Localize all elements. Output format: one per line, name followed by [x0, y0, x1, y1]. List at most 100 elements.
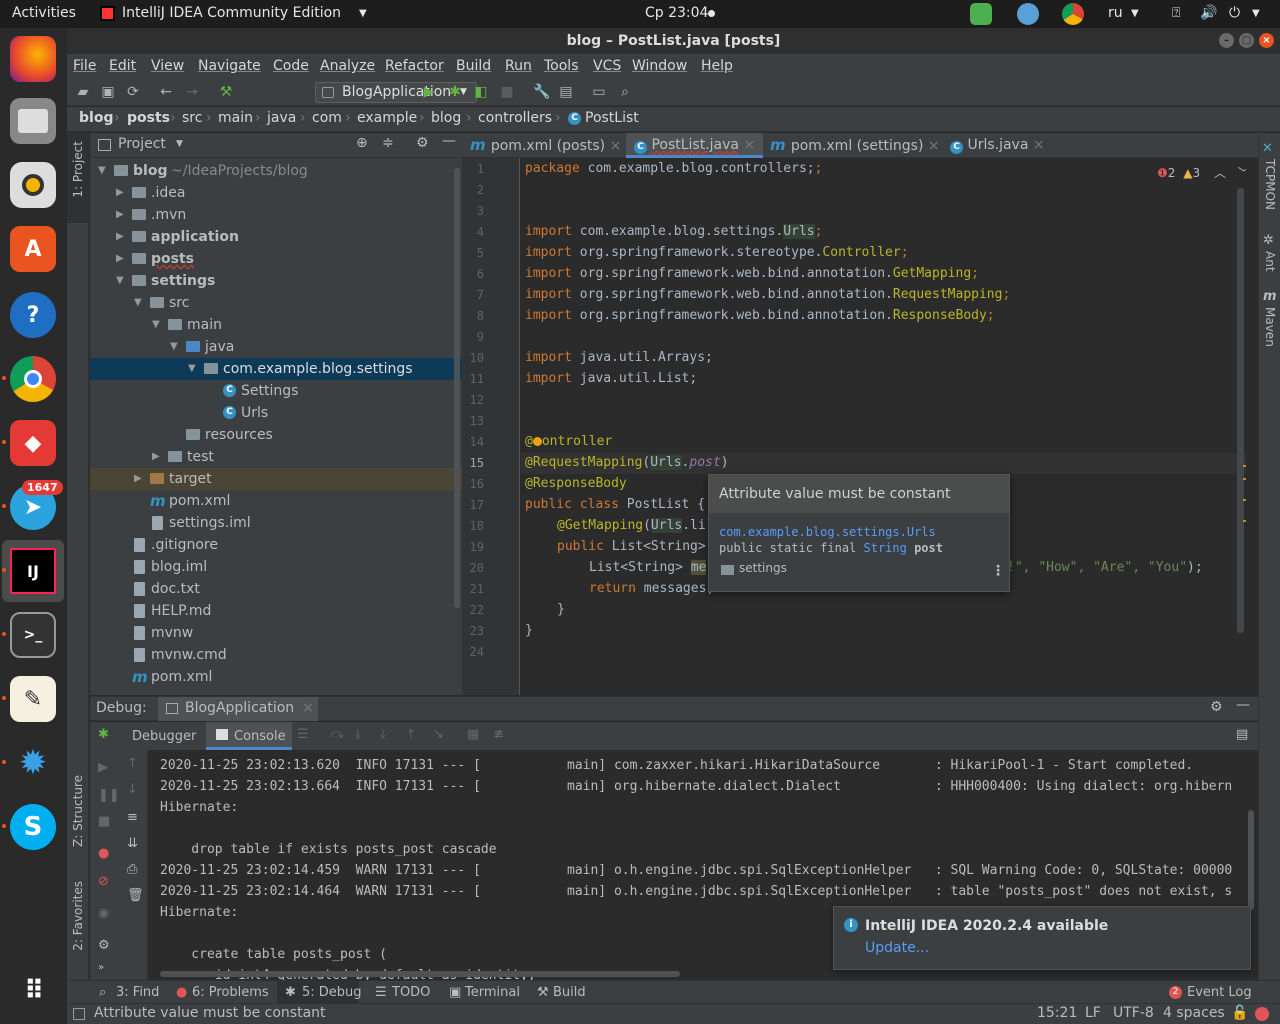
more-icon[interactable]: » [98, 962, 104, 973]
breadcrumb-item[interactable]: blog [79, 110, 113, 126]
tab-pom-posts[interactable]: m pom.xml (posts) × [470, 133, 621, 158]
clock[interactable]: Ср 23:04 [645, 5, 708, 21]
console-vertical-scrollbar[interactable] [1248, 810, 1254, 910]
terminal-icon[interactable]: >_ [10, 612, 56, 658]
up-icon[interactable]: ↑ [127, 756, 138, 771]
close-tab-icon[interactable]: × [923, 138, 940, 154]
bug-tracker-icon[interactable]: ✹ [10, 740, 56, 786]
tab-postlist[interactable]: C PostList.java × [626, 133, 764, 158]
run-icon[interactable]: ▶ [421, 84, 437, 100]
back-icon[interactable]: ← [158, 84, 174, 100]
tree-item-doc[interactable]: doc.txt [90, 578, 462, 600]
menu-edit[interactable]: Edit [109, 58, 136, 74]
breadcrumb-item[interactable]: PostList [585, 110, 639, 126]
down-icon[interactable]: ↓ [127, 782, 138, 797]
tree-item-settings-class[interactable]: C Settings [90, 380, 462, 402]
resume-icon[interactable]: ▶ [98, 760, 108, 775]
close-icon[interactable]: × [1259, 33, 1274, 48]
gear-icon[interactable]: ⚙ [416, 135, 429, 151]
warning-marker[interactable] [1243, 499, 1246, 501]
menu-run[interactable]: Run [505, 58, 532, 74]
update-link[interactable]: Update... [865, 940, 929, 956]
files-icon[interactable] [10, 98, 56, 144]
toggle-tool-windows-icon[interactable] [73, 1008, 85, 1020]
menu-code[interactable]: Code [273, 58, 309, 74]
tree-item-pom-root[interactable]: m pom.xml [90, 666, 462, 688]
tree-item-settings-iml[interactable]: settings.iml [90, 512, 462, 534]
tree-item-java[interactable]: ▼ java [90, 336, 462, 358]
tree-item-resources[interactable]: resources [90, 424, 462, 446]
menu-tools[interactable]: Tools [544, 58, 579, 74]
window-layout-icon[interactable]: ▭ [591, 84, 607, 100]
tree-item-target[interactable]: ▶ target [90, 468, 462, 490]
console-horizontal-scrollbar[interactable] [160, 971, 680, 977]
gear-icon[interactable]: ⚙ [1210, 699, 1223, 715]
tree-item-src[interactable]: ▼ src [90, 292, 462, 314]
volume-icon[interactable]: 🔊 [1200, 5, 1217, 21]
editor-scrollbar[interactable] [1237, 188, 1244, 633]
tree-item-gitignore[interactable]: .gitignore [90, 534, 462, 556]
hide-panel-icon[interactable]: — [442, 133, 456, 149]
project-structure-icon[interactable]: ▤ [558, 84, 574, 100]
breadcrumb-item[interactable]: src [182, 110, 202, 126]
collapse-all-icon[interactable]: ≑ [382, 135, 394, 151]
code-editor[interactable]: package com.example.blog.controllers;; i… [521, 158, 1246, 695]
warning-marker[interactable] [1243, 465, 1246, 467]
event-log-tool-button[interactable]: Event Log [1187, 985, 1252, 1000]
rhythmbox-icon[interactable] [10, 162, 56, 208]
intellij-icon[interactable]: IJ [10, 548, 56, 594]
lock-icon[interactable]: 🔓 [1231, 1005, 1248, 1021]
evaluate-icon[interactable]: ▦ [467, 727, 479, 742]
indent-setting[interactable]: 4 spaces [1163, 1005, 1225, 1021]
menu-view[interactable]: View [151, 58, 184, 74]
app-menu[interactable]: IntelliJ IDEA Community Edition [122, 5, 341, 21]
check-tray-icon[interactable] [970, 3, 992, 25]
step-into-icon[interactable]: ⤓ [355, 727, 361, 742]
step-over-icon[interactable]: ⤼ [330, 727, 344, 742]
tree-item-pom-settings[interactable]: m pom.xml [90, 490, 462, 512]
camera-icon[interactable]: ◉ [98, 906, 109, 921]
tree-item-application[interactable]: ▶ application [90, 226, 462, 248]
breadcrumb-item[interactable]: example [357, 110, 417, 126]
build-tool-button[interactable]: Build [553, 985, 586, 1000]
tab-urls[interactable]: C Urls.java × [950, 133, 1045, 158]
tcpmon-tool-button[interactable]: TCPMON [1263, 159, 1277, 210]
problems-tool-button[interactable]: 6: Problems [192, 985, 269, 1000]
build-hammer-icon[interactable]: ⚒ [218, 84, 234, 100]
rerun-icon[interactable]: ✱ [98, 727, 109, 742]
menu-navigate[interactable]: Navigate [198, 58, 261, 74]
menu-refactor[interactable]: Refactor [385, 58, 444, 74]
print-icon[interactable]: ⎙ [127, 862, 137, 877]
menu-build[interactable]: Build [456, 58, 491, 74]
tree-item-package[interactable]: ▼ com.example.blog.settings [90, 358, 462, 380]
mute-breakpoints-icon[interactable]: ⊘ [98, 874, 109, 889]
menu-window[interactable]: Window [632, 58, 687, 74]
tree-item-mvnw-cmd[interactable]: mvnw.cmd [90, 644, 462, 666]
project-tool-button[interactable]: 1: Project [71, 141, 85, 198]
weather-tray-icon[interactable] [1017, 3, 1039, 25]
favorites-tool-button[interactable]: 2: Favorites [71, 881, 85, 951]
software-center-icon[interactable]: A [10, 226, 56, 272]
keyboard-layout[interactable]: ru [1108, 5, 1123, 21]
trace-icon[interactable]: ≢ [493, 727, 504, 742]
trash-icon[interactable]: 🗑 [127, 888, 144, 903]
maven-tool-button[interactable]: Maven [1263, 307, 1277, 347]
tab-console[interactable]: Console [206, 722, 292, 750]
menu-file[interactable]: File [73, 58, 96, 74]
stop-icon[interactable]: ■ [499, 84, 515, 100]
breadcrumb-item[interactable]: blog [431, 110, 461, 126]
breadcrumb-item[interactable]: controllers [478, 110, 552, 126]
view-breakpoints-icon[interactable]: ● [98, 846, 109, 861]
close-tab-icon[interactable]: × [739, 137, 755, 153]
sync-icon[interactable]: ⟳ [125, 84, 141, 100]
layout-icon[interactable]: ▤ [1236, 727, 1248, 742]
ant-tool-button[interactable]: Ant [1263, 251, 1277, 272]
settings-wrench-icon[interactable]: 🔧 [533, 84, 550, 100]
power-icon[interactable]: ⏻ [1229, 5, 1240, 21]
maximize-icon[interactable]: □ [1239, 33, 1254, 48]
skype-icon[interactable]: S [10, 804, 56, 850]
stop-icon[interactable]: ■ [98, 814, 110, 829]
tree-item-mvn[interactable]: ▶ .mvn [90, 204, 462, 226]
firefox-icon[interactable] [10, 36, 56, 82]
inspection-widget[interactable]: ❶2 ▲3 ︿ ﹀ [1157, 164, 1246, 181]
